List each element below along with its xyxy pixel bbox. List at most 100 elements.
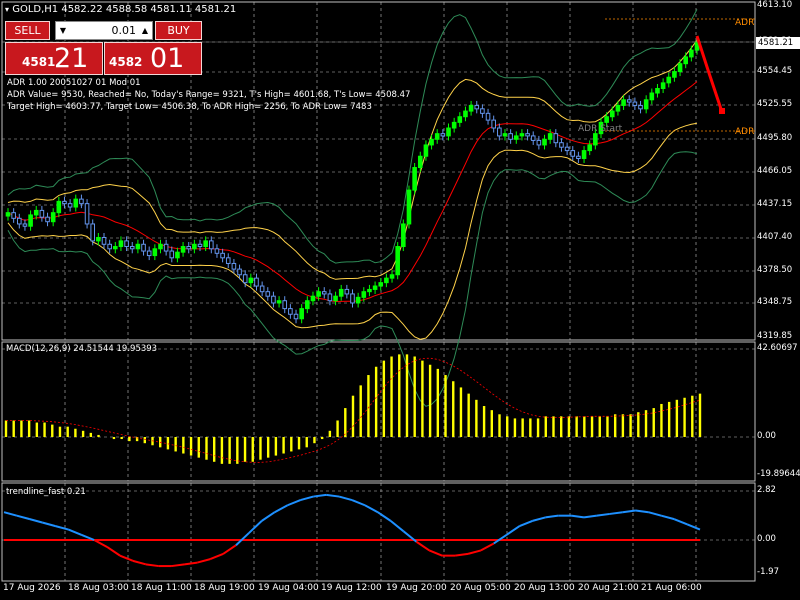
trend-segment [197,558,211,564]
candle-body [203,240,208,248]
candle-body [90,223,96,242]
trend-segment [377,511,392,522]
one-click-trading-panel: SELL ▼ 0.01 ▲ BUY 4581 21 4582 01 [5,21,202,75]
trend-segment [390,520,405,533]
candle-body [45,216,50,223]
candle-body [67,203,73,208]
sell-price-box[interactable]: 4581 21 [5,42,103,75]
candle-body [220,252,225,259]
time-tick: 18 Aug 11:00 [131,583,192,593]
candle-body [214,248,220,254]
projection-arrow-head [719,108,725,114]
sell-price-small: 4581 [22,55,56,69]
candle-body [344,288,350,295]
candle-body [491,119,496,129]
sell-price-big: 21 [54,43,89,74]
candle-body [621,99,626,106]
candle-body [677,63,683,73]
candle-body [672,71,677,78]
symbol-quote: GOLD,H1 4582.22 4588.58 4581.11 4581.21 [12,4,237,15]
trend-segment [222,544,237,555]
price-tick: 4613.10 [757,0,793,10]
candle-body [192,243,197,250]
candle-body [186,246,192,250]
candle-body [84,203,90,225]
candle-body [542,138,547,146]
candle-body [22,223,28,227]
candle-body [175,251,180,259]
candle-body [231,262,237,270]
trend-segment [648,511,662,517]
candle-body [434,133,440,140]
increase-lot-icon[interactable]: ▲ [139,22,151,39]
candle-body [683,56,689,65]
candle-body [327,293,333,302]
candle-body [361,291,367,298]
candle-body [689,49,694,58]
candle-body [451,121,457,129]
candle-body [440,133,446,137]
trend-segment [184,561,198,566]
candle-body [254,277,259,287]
candle-body [660,82,666,90]
price-tick: 4319.85 [757,331,793,341]
bollinger-outer-lower [7,151,698,407]
candle-body [56,200,62,214]
candle-body [152,248,158,257]
candle-body [33,209,39,216]
candle-body [395,246,400,276]
bollinger-inner-upper [7,39,698,280]
trend-segment [415,540,430,552]
candle-body [118,240,124,248]
candle-body [564,146,570,152]
candle-body [655,88,660,94]
candle-body [158,243,163,250]
trend-segment [16,514,31,521]
candle-body [180,246,186,253]
adr-info-line1: ADR 1.00 20051027 01 Mod 01 [7,78,141,88]
candle-body [321,291,327,295]
time-tick: 21 Aug 06:00 [641,583,702,593]
candle-body [305,300,310,310]
trend-segment [673,518,688,526]
sell-button[interactable]: SELL [5,21,50,40]
adr-start-label: ADR Start [578,124,623,134]
candle-body [225,257,231,264]
candle-body [593,133,598,146]
candle-body [609,110,615,118]
trend-segment [351,499,366,507]
chart-menu-icon[interactable]: ▾ [5,5,9,14]
lot-value[interactable]: 0.01 [70,22,138,39]
trend-tick: -1.97 [757,567,779,577]
candle-body [497,127,502,137]
trend-segment [609,511,623,515]
decrease-lot-icon[interactable]: ▼ [57,22,69,39]
time-tick: 19 Aug 20:00 [386,583,447,593]
candle-body [197,243,203,248]
trend-segment [42,521,56,528]
candle-body [316,291,321,297]
candle-body [513,135,519,140]
candle-body [626,99,632,103]
trend-segment [467,549,482,555]
macd-tick: -19.89644 [757,469,800,479]
candle-body [209,240,214,250]
buy-price-box[interactable]: 4582 01 [104,42,202,75]
candle-body [355,296,361,304]
trend-segment [583,514,598,519]
candle-body [248,277,254,284]
candle-body [11,212,16,219]
trend-segment [209,552,224,561]
candle-body [649,92,655,101]
price-tick: 4525.55 [757,99,793,109]
candle-body [338,288,344,297]
candle-body [559,142,564,148]
lot-size-input[interactable]: ▼ 0.01 ▲ [55,21,153,40]
candle-body [604,116,609,123]
moving-average [7,81,698,303]
candle-body [530,135,536,141]
candle-body [502,133,508,137]
candle-body [96,237,101,242]
candle-body [5,212,11,217]
buy-button[interactable]: BUY [155,21,202,40]
